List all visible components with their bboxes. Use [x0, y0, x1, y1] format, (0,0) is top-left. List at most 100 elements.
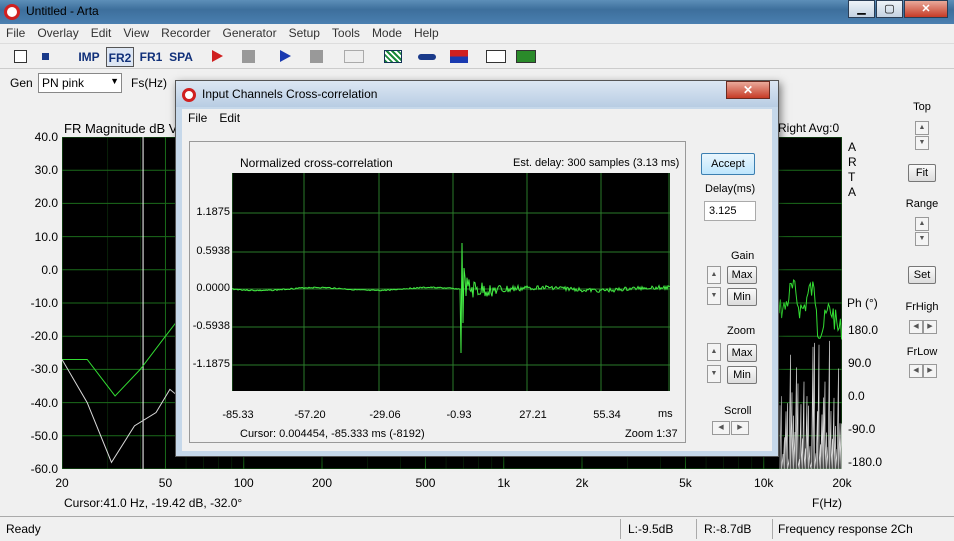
menu-view[interactable]: View	[117, 24, 155, 42]
frhigh-right-spinner[interactable]: ▶	[923, 320, 937, 334]
zoom-label: Zoom	[727, 325, 756, 337]
minimize-button[interactable]: ▁	[848, 0, 875, 18]
y-tick-label: 30.0	[34, 163, 58, 178]
menu-help[interactable]: Help	[408, 24, 445, 42]
gain-min-button[interactable]: Min	[727, 288, 757, 306]
y-tick-label: -30.0	[30, 362, 58, 377]
x-tick-label: 20	[55, 476, 69, 490]
spa-button[interactable]: SPA	[168, 47, 194, 67]
menu-edit[interactable]: Edit	[85, 24, 118, 42]
range-down-spinner[interactable]: ▼	[915, 232, 929, 246]
y-tick-label: 0.0	[41, 262, 58, 277]
imp-button[interactable]: IMP	[76, 47, 102, 67]
fr2-button[interactable]: FR2	[106, 47, 134, 67]
x-tick-label: 500	[415, 476, 436, 490]
title-bar: Untitled - Arta ▁ ▢ ✕	[0, 0, 954, 24]
spectrum-icon[interactable]	[516, 50, 536, 63]
menu-tools[interactable]: Tools	[326, 24, 366, 42]
zoom-down-spinner[interactable]: ▼	[707, 365, 721, 383]
scroll-label: Scroll	[724, 405, 752, 417]
channel-avg-label: Right Avg:0	[778, 121, 840, 135]
menu-overlay[interactable]: Overlay	[31, 24, 84, 42]
magnitude-trace-right	[777, 278, 842, 340]
set-button[interactable]: Set	[908, 266, 936, 284]
generator-stop-icon[interactable]	[242, 50, 255, 63]
new-document-icon[interactable]	[14, 50, 27, 63]
channels-icon[interactable]	[450, 50, 468, 63]
corr-x-tick-label: 55.34	[593, 409, 621, 421]
gain-label: Gain	[731, 250, 755, 262]
frhigh-left-spinner[interactable]: ◀	[909, 320, 923, 334]
menu-file[interactable]: File	[0, 24, 31, 42]
frlow-left-spinner[interactable]: ◀	[909, 364, 923, 378]
cross-correlation-plot[interactable]	[232, 173, 670, 391]
y-tick-label: 10.0	[34, 229, 58, 244]
brand-letter: A	[848, 140, 857, 154]
x-tick-label: 1k	[497, 476, 511, 490]
phase-tick-label: 90.0	[848, 356, 872, 370]
gain-up-spinner[interactable]: ▲	[707, 266, 721, 284]
dialog-close-button[interactable]: ✕	[726, 81, 770, 99]
dialog-menu-file[interactable]: File	[182, 109, 213, 127]
open-icon[interactable]	[42, 53, 49, 60]
menu-recorder[interactable]: Recorder	[155, 24, 216, 42]
y-tick-label: -50.0	[30, 428, 58, 443]
pattern-icon[interactable]	[384, 50, 402, 63]
dialog-title: Input Channels Cross-correlation	[202, 87, 378, 101]
corr-y-tick-label: 0.0000	[196, 282, 230, 294]
x-axis-label: F(Hz)	[812, 496, 842, 510]
abc-icon[interactable]	[344, 50, 364, 63]
y-tick-label: -10.0	[30, 296, 58, 310]
x-tick-label: 50	[158, 476, 173, 490]
frlow-right-spinner[interactable]: ▶	[923, 364, 937, 378]
generator-select[interactable]: PN pink ▼	[38, 73, 122, 93]
zoom-up-spinner[interactable]: ▲	[707, 343, 721, 361]
gain-max-button[interactable]: Max	[727, 266, 757, 284]
phase-tick-label: 180.0	[848, 323, 879, 337]
corr-y-tick-label: 0.5938	[196, 245, 230, 257]
menu-mode[interactable]: Mode	[366, 24, 408, 42]
y-tick-label: -20.0	[30, 329, 58, 344]
status-left-level: L:-9.5dB	[628, 522, 674, 536]
y-tick-label: -60.0	[30, 462, 58, 476]
cross-correlation-dialog: Input Channels Cross-correlation ✕ File E…	[175, 80, 779, 457]
status-ready: Ready	[6, 522, 41, 536]
scroll-right-spinner[interactable]: ▶	[731, 421, 749, 435]
record-play-icon[interactable]	[280, 50, 291, 62]
close-button[interactable]: ✕	[904, 0, 948, 18]
x-tick-label: 100	[233, 476, 254, 490]
y-tick-label: 20.0	[34, 196, 58, 211]
zoom-min-button[interactable]: Min	[727, 366, 757, 384]
range-up-spinner[interactable]: ▲	[915, 217, 929, 231]
phase-axis-label: Ph (°)	[847, 296, 878, 310]
status-divider	[620, 519, 621, 539]
scroll-left-spinner[interactable]: ◀	[712, 421, 730, 435]
delay-label: Delay(ms)	[705, 183, 756, 195]
accept-button[interactable]: Accept	[701, 153, 755, 175]
range-label: Range	[905, 198, 939, 210]
fr1-button[interactable]: FR1	[138, 47, 164, 67]
gen-label: Gen	[10, 76, 33, 90]
dialog-menu-edit[interactable]: Edit	[213, 109, 246, 127]
zoom-max-button[interactable]: Max	[727, 344, 757, 362]
corr-y-tick-label: 1.1875	[196, 206, 230, 218]
top-down-spinner[interactable]: ▼	[915, 136, 929, 150]
corr-x-tick-label: 27.21	[519, 409, 547, 421]
maximize-button[interactable]: ▢	[876, 0, 903, 18]
menu-setup[interactable]: Setup	[283, 24, 326, 42]
connector-icon[interactable]	[418, 54, 436, 60]
arta-dialog-icon	[182, 88, 196, 102]
record-stop-icon[interactable]	[310, 50, 323, 63]
top-up-spinner[interactable]: ▲	[915, 121, 929, 135]
brand-letter: A	[848, 185, 857, 199]
generator-select-value: PN pink	[42, 76, 85, 90]
dialog-menu-bar: File Edit	[182, 109, 772, 129]
status-right-level: R:-8.7dB	[704, 522, 752, 536]
menu-generator[interactable]: Generator	[217, 24, 283, 42]
gain-down-spinner[interactable]: ▼	[707, 287, 721, 305]
dialog-title-bar: Input Channels Cross-correlation ✕	[176, 81, 778, 107]
delay-input[interactable]: 3.125	[704, 201, 756, 221]
fit-button[interactable]: Fit	[908, 164, 936, 182]
waveform-icon[interactable]	[486, 50, 506, 63]
generator-play-icon[interactable]	[212, 50, 223, 62]
